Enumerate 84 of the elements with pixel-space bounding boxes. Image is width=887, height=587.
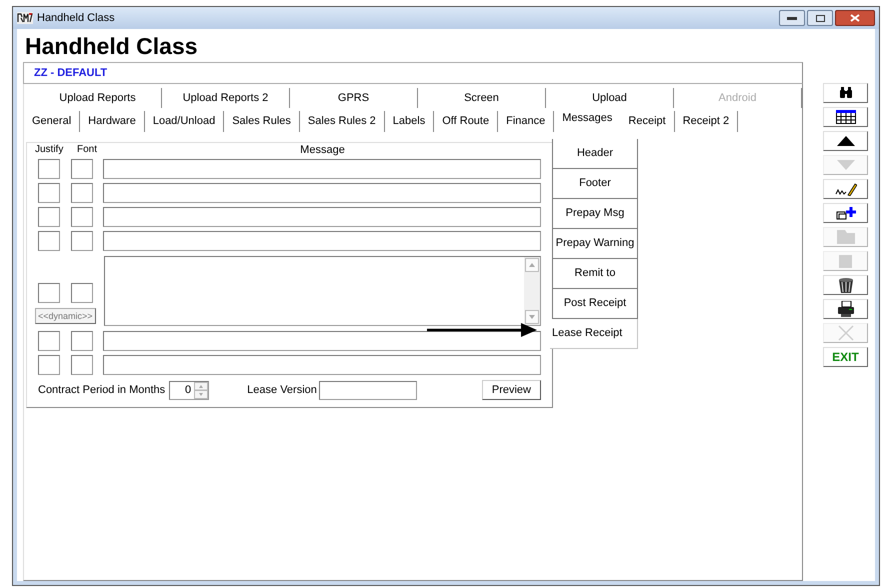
close-icon bbox=[838, 325, 854, 341]
folder-icon bbox=[836, 230, 854, 244]
close-button[interactable] bbox=[835, 10, 875, 26]
tab[interactable]: Load/Unload bbox=[144, 111, 224, 132]
minimize-icon bbox=[787, 16, 797, 20]
justify-field[interactable] bbox=[38, 231, 60, 251]
contract-period-label: Contract Period in Months bbox=[38, 382, 166, 398]
tab[interactable]: General bbox=[24, 111, 80, 132]
toolbar-button[interactable] bbox=[823, 275, 868, 295]
add-record-icon bbox=[836, 206, 856, 220]
lease-version-field[interactable] bbox=[318, 380, 417, 400]
tab[interactable]: Sales Rules bbox=[224, 111, 300, 132]
spinner-value: 0 bbox=[184, 382, 192, 398]
tab[interactable]: Screen bbox=[418, 88, 546, 108]
signature-pen-icon bbox=[834, 182, 856, 196]
stop-icon bbox=[839, 254, 852, 268]
tab[interactable]: Sales Rules 2 bbox=[300, 111, 385, 132]
font-field[interactable] bbox=[71, 159, 93, 179]
font-field[interactable] bbox=[71, 331, 93, 351]
printer-icon bbox=[838, 301, 854, 317]
font-field[interactable] bbox=[71, 183, 93, 203]
font-field[interactable] bbox=[71, 207, 93, 227]
justify-field[interactable] bbox=[38, 159, 60, 179]
message-field[interactable] bbox=[103, 207, 541, 227]
tab[interactable]: GPRS bbox=[290, 88, 418, 108]
message-text-area[interactable] bbox=[104, 256, 541, 326]
side-tab[interactable]: Post Receipt bbox=[552, 289, 638, 319]
tab[interactable]: Off Route bbox=[434, 111, 498, 132]
justify-field[interactable] bbox=[38, 331, 60, 351]
message-field[interactable] bbox=[103, 159, 541, 179]
close-icon bbox=[850, 14, 860, 22]
side-tab[interactable]: Header bbox=[552, 139, 638, 169]
justify-field[interactable] bbox=[38, 183, 60, 203]
side-tab[interactable]: Prepay Warning bbox=[552, 229, 638, 259]
tab[interactable]: Hardware bbox=[80, 111, 145, 132]
message-field[interactable] bbox=[103, 183, 541, 203]
up-arrow-icon bbox=[836, 136, 854, 146]
justify-field[interactable] bbox=[38, 282, 60, 302]
app-logo-icon bbox=[17, 12, 33, 24]
tab[interactable]: Upload Reports bbox=[34, 88, 162, 108]
message-field[interactable] bbox=[103, 231, 541, 251]
toolbar-button[interactable] bbox=[823, 299, 868, 319]
toolbar-button[interactable] bbox=[823, 83, 868, 103]
exit-button[interactable]: EXIT bbox=[823, 347, 868, 367]
tab[interactable]: Receipt 2 bbox=[674, 111, 738, 132]
side-tab[interactable]: Prepay Msg bbox=[552, 199, 638, 229]
maximize-button[interactable] bbox=[807, 10, 833, 26]
font-field[interactable] bbox=[71, 282, 93, 302]
window-title: Handheld Class bbox=[37, 10, 115, 26]
message-field[interactable] bbox=[103, 331, 541, 351]
tab[interactable]: Upload Reports 2 bbox=[162, 88, 290, 108]
message-field[interactable] bbox=[103, 355, 541, 375]
restore-icon bbox=[816, 14, 824, 22]
binoculars-icon bbox=[838, 87, 852, 99]
toolbar-button[interactable] bbox=[823, 203, 868, 223]
side-tab[interactable]: Lease Receipt bbox=[550, 319, 638, 349]
toolbar-button[interactable] bbox=[823, 107, 868, 127]
tab[interactable]: Labels bbox=[384, 111, 434, 132]
column-header: Font bbox=[76, 143, 98, 157]
minimize-button[interactable] bbox=[779, 10, 805, 26]
scrollbar[interactable] bbox=[524, 257, 540, 325]
side-tab[interactable]: Footer bbox=[552, 169, 638, 199]
tab[interactable]: Receipt bbox=[620, 111, 675, 132]
justify-field[interactable] bbox=[38, 355, 60, 375]
lease-version-label: Lease Version bbox=[247, 382, 317, 398]
column-header: Justify bbox=[35, 143, 64, 157]
contract-period-spinner[interactable]: 0 bbox=[169, 380, 210, 400]
spin-arrows-icon bbox=[194, 382, 208, 398]
trash-can-icon bbox=[838, 277, 854, 293]
justify-field[interactable] bbox=[38, 207, 60, 227]
side-tab[interactable]: Remit to bbox=[552, 259, 638, 289]
column-header: Message bbox=[299, 143, 346, 157]
dynamic-button[interactable]: <<dynamic>> bbox=[35, 308, 96, 324]
font-field[interactable] bbox=[71, 231, 93, 251]
scroll-down-icon bbox=[525, 310, 539, 324]
grid-icon bbox=[836, 110, 856, 124]
scroll-up-icon bbox=[525, 258, 539, 272]
record-name: ZZ - DEFAULT bbox=[34, 66, 108, 81]
toolbar-button[interactable] bbox=[823, 131, 868, 151]
page-heading: Handheld Class bbox=[25, 32, 198, 60]
font-field[interactable] bbox=[71, 355, 93, 375]
down-arrow-icon bbox=[836, 160, 854, 170]
preview-button[interactable]: Preview bbox=[482, 380, 541, 400]
toolbar-button[interactable] bbox=[823, 179, 868, 199]
